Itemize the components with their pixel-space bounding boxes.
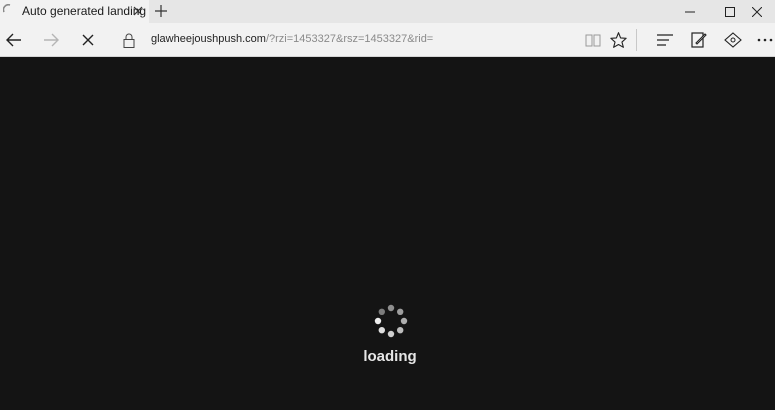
close-window-icon[interactable]	[739, 0, 775, 23]
back-arrow-icon[interactable]	[1, 27, 27, 53]
tab-loading-spinner-icon	[3, 4, 11, 13]
page-loading-spinner-icon	[374, 304, 408, 338]
tab-title: Auto generated landing	[22, 4, 147, 18]
address-bar[interactable]: glawheejoushpush.com/?rzi=1453327&rsz=14…	[151, 33, 433, 47]
reading-view-book-icon[interactable]	[580, 27, 606, 53]
new-tab-plus-icon[interactable]	[151, 2, 171, 20]
address-query: /?rzi=1453327&rsz=1453327&rid=	[265, 33, 434, 45]
more-dots-icon[interactable]	[752, 27, 775, 53]
tab-close-icon[interactable]	[131, 4, 145, 18]
browser-tab[interactable]: Auto generated landing	[0, 0, 149, 23]
toolbar-separator	[636, 29, 637, 51]
forward-arrow-icon[interactable]	[38, 27, 64, 53]
lock-icon[interactable]	[118, 27, 140, 53]
share-icon[interactable]	[720, 27, 746, 53]
navigation-toolbar: glawheejoushpush.com/?rzi=1453327&rsz=14…	[0, 23, 775, 57]
minimize-icon[interactable]	[672, 0, 708, 23]
tab-strip: Auto generated landing	[0, 0, 775, 23]
favorite-star-icon[interactable]	[605, 27, 631, 53]
address-host: glawheejoushpush.com	[151, 33, 266, 45]
stop-loading-icon[interactable]	[75, 27, 101, 53]
hub-icon[interactable]	[652, 27, 678, 53]
loading-text: loading	[363, 348, 417, 365]
web-note-pen-icon[interactable]	[686, 27, 712, 53]
